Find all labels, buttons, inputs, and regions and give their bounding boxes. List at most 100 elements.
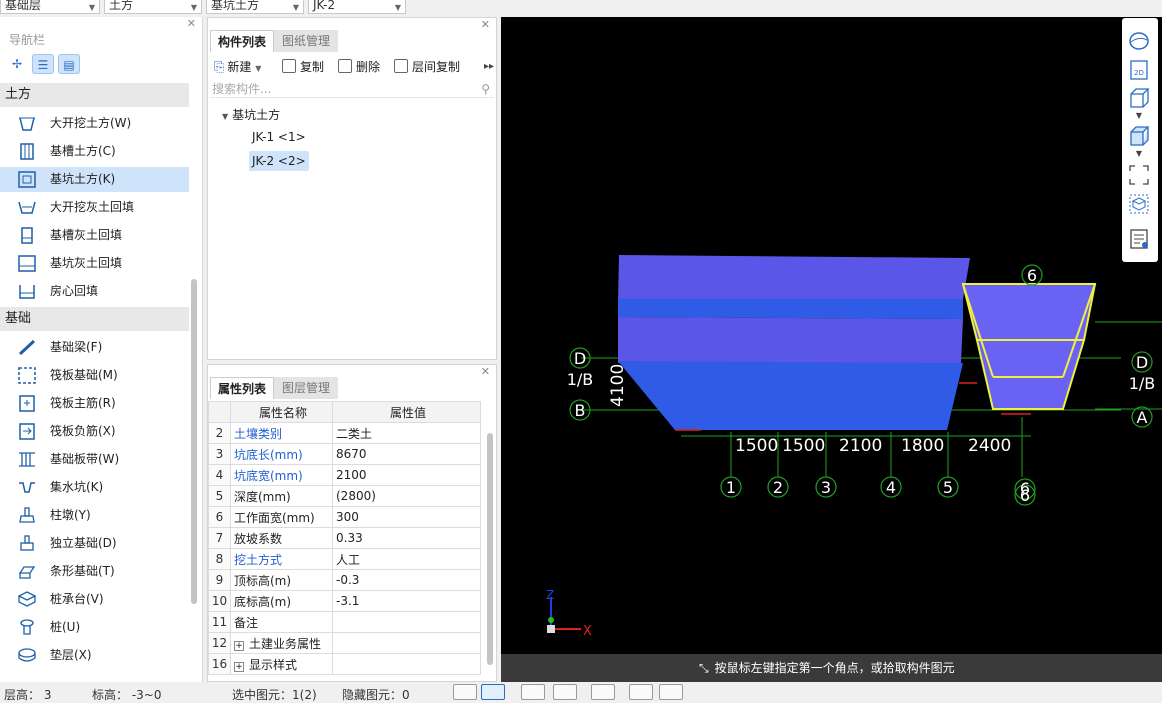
dynamic-input-button[interactable] (591, 684, 615, 700)
ortho-mode-button[interactable] (453, 684, 477, 700)
property-value[interactable]: 二类土 (332, 422, 481, 444)
detail-view-icon[interactable]: ▤ (58, 54, 80, 74)
property-value[interactable]: 人工 (332, 548, 481, 570)
list-view-icon[interactable]: ☰ (32, 54, 54, 74)
viewport-canvas[interactable]: 1500 1500 2100 1800 2400 4100 1 2 3 4 5 … (501, 17, 1162, 682)
nav-group-earthwork[interactable]: 土方 (0, 83, 189, 107)
chevron-down-icon[interactable]: ▼ (1128, 149, 1150, 159)
table-row[interactable]: 3 坑底长(mm) 8670 (208, 443, 481, 465)
nav-item-pile-cap[interactable]: 桩承台(V) (0, 587, 189, 612)
layer-display-icon[interactable] (1128, 228, 1150, 250)
nav-item-lime-backfill[interactable]: 大开挖灰土回填 (0, 195, 189, 220)
tree-item-jk1[interactable]: JK-1 <1> (252, 130, 306, 144)
table-row[interactable]: 2 土壤类别 二类土 (208, 422, 481, 444)
tab-drawing-management[interactable]: 图纸管理 (274, 30, 338, 52)
floor-copy-button[interactable]: 层间复制 (394, 58, 460, 76)
pin-icon[interactable]: ✢ (6, 54, 28, 74)
component-search-input[interactable]: 搜索构件... ⚲ (210, 80, 494, 98)
nav-item-column-pier[interactable]: 柱墩(Y) (0, 503, 189, 528)
zoom-extents-icon[interactable] (1128, 164, 1150, 186)
table-row[interactable]: 5 深度(mm) (2800) (208, 485, 481, 507)
nav-item-strip-footing[interactable]: 条形基础(T) (0, 559, 189, 584)
chevron-down-icon[interactable]: ▼ (1128, 111, 1150, 121)
floor-select[interactable]: 基础层 ▼ (0, 0, 100, 14)
property-value[interactable]: 8670 (332, 443, 481, 465)
nav-item-label: 基础梁(F) (50, 340, 103, 354)
nav-item-cushion[interactable]: 垫层(X) (0, 643, 189, 668)
property-value[interactable]: (2800) (332, 485, 481, 507)
copy-button[interactable]: 复制 (282, 58, 324, 76)
nav-item-excavation[interactable]: 大开挖土方(W) (0, 111, 189, 136)
category-select[interactable]: 土方 ▼ (104, 0, 202, 14)
component-select[interactable]: JK-2 ▼ (308, 0, 406, 14)
nav-item-pit-backfill[interactable]: 基坑灰土回填 (0, 251, 189, 276)
nav-item-pit[interactable]: 基坑土方(K) (0, 167, 189, 192)
view-3d-icon[interactable] (1128, 87, 1150, 109)
nav-scrollbar[interactable] (191, 279, 197, 604)
property-value[interactable]: -3.1 (332, 590, 481, 612)
nav-item-foundation-beam[interactable]: 基础梁(F) (0, 335, 189, 360)
nav-group-foundation[interactable]: 基础 (0, 307, 189, 331)
table-row[interactable]: 8 挖土方式 人工 (208, 548, 481, 570)
nav-item-trench-backfill[interactable]: 基槽灰土回填 (0, 223, 189, 248)
nav-item-raft-main-rebar[interactable]: 筏板主筋(R) (0, 391, 189, 416)
nav-item-label: 筏板主筋(R) (50, 396, 116, 410)
nav-item-isolated-footing[interactable]: 独立基础(D) (0, 531, 189, 556)
table-row[interactable]: 4 坑底宽(mm) 2100 (208, 464, 481, 486)
display-mode-icon[interactable] (1128, 125, 1150, 147)
close-icon[interactable]: ✕ (187, 17, 196, 30)
expand-icon[interactable]: + (234, 661, 244, 672)
isolate-view-icon[interactable] (1128, 193, 1150, 215)
expand-icon[interactable]: + (234, 640, 244, 651)
object-snap-button[interactable] (521, 684, 545, 700)
more-icon[interactable]: ▸▸ (484, 58, 494, 76)
pit-top-face (618, 255, 970, 303)
nav-item-room-backfill[interactable]: 房心回填 (0, 279, 189, 304)
close-icon[interactable]: ✕ (481, 365, 490, 378)
table-row[interactable]: 7 放坡系数 0.33 (208, 527, 481, 549)
angle-button[interactable] (659, 684, 683, 700)
floor-height-text: 层高： 3 (4, 688, 52, 702)
nav-item-raft-neg-rebar[interactable]: 筏板负筋(X) (0, 419, 189, 444)
close-icon[interactable]: ✕ (481, 18, 490, 31)
tree-item-jk2[interactable]: JK-2 <2> (249, 151, 309, 171)
property-value[interactable]: -0.3 (332, 569, 481, 591)
tab-property-list[interactable]: 属性列表 (210, 377, 274, 399)
tree-root-pit-earthwork[interactable]: ▼ 基坑土方 (222, 106, 280, 123)
tab-layer-management[interactable]: 图层管理 (274, 377, 338, 399)
table-row[interactable]: 11 备注 (208, 611, 481, 633)
table-row[interactable]: 6 工作面宽(mm) 300 (208, 506, 481, 528)
nav-item-slab-strip[interactable]: 基础板带(W) (0, 447, 189, 472)
table-row[interactable]: 16 + 显示样式 (208, 653, 481, 675)
snap-mode-button[interactable] (481, 684, 505, 700)
new-button[interactable]: ⎘ 新建 ▼ (214, 58, 261, 76)
table-row[interactable]: 9 顶标高(m) -0.3 (208, 569, 481, 591)
polar-button[interactable] (553, 684, 577, 700)
property-name[interactable]: + 显示样式 (230, 653, 333, 675)
property-value[interactable]: 0.33 (332, 527, 481, 549)
table-row[interactable]: 10 底标高(m) -3.1 (208, 590, 481, 612)
property-value[interactable]: 2100 (332, 464, 481, 486)
property-value[interactable]: 300 (332, 506, 481, 528)
table-row[interactable]: 12 + 土建业务属性 (208, 632, 481, 654)
status-prompt: 按鼠标左键指定第一个角点，或拾取构件图元 (714, 661, 955, 675)
nav-item-trench[interactable]: 基槽土方(C) (0, 139, 189, 164)
dim-label-vertical: 4100 (608, 364, 628, 407)
nav-item-raft[interactable]: 筏板基础(M) (0, 363, 189, 388)
nav-item-sump[interactable]: 集水坑(K) (0, 475, 189, 500)
property-name[interactable]: + 土建业务属性 (230, 632, 333, 654)
pit-jk2-selected[interactable] (961, 283, 1097, 410)
tab-component-list[interactable]: 构件列表 (210, 30, 274, 52)
display-settings-button[interactable] (629, 684, 653, 700)
property-value[interactable] (332, 611, 481, 633)
delete-button[interactable]: 删除 (338, 58, 380, 76)
type-select[interactable]: 基坑土方 ▼ (206, 0, 304, 14)
view-2d-icon[interactable]: 2D (1128, 59, 1150, 81)
dynamic-observe-icon[interactable] (1128, 30, 1150, 52)
property-scrollbar[interactable] (487, 433, 493, 665)
3d-viewport[interactable]: 1500 1500 2100 1800 2400 4100 1 2 3 4 5 … (501, 17, 1162, 682)
nav-item-label: 基槽灰土回填 (50, 228, 123, 242)
trench-backfill-icon (18, 227, 36, 244)
pit-jk1[interactable] (618, 255, 970, 430)
nav-item-pile[interactable]: 桩(U) (0, 615, 189, 640)
